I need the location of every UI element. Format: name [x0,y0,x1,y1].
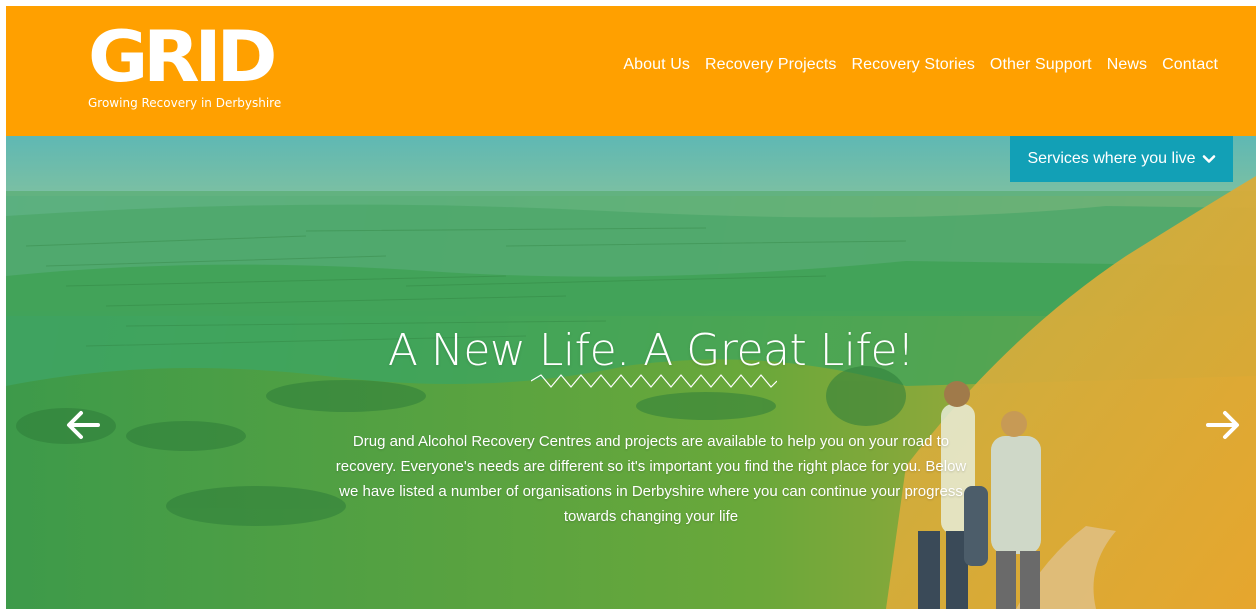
zigzag-divider-icon [531,374,777,388]
page: GRID Growing Recovery in Derbyshire Abou… [6,6,1256,609]
nav-news[interactable]: News [1107,56,1147,74]
slider-prev-button[interactable] [64,408,104,442]
arrow-left-icon [67,411,100,439]
slider-next-button[interactable] [1202,408,1242,442]
main-nav: About Us Recovery Projects Recovery Stor… [623,56,1218,74]
hero-slider: Services where you live A New Life. A Gr… [6,136,1256,609]
site-header: GRID Growing Recovery in Derbyshire Abou… [6,6,1256,136]
nav-contact[interactable]: Contact [1162,56,1218,74]
services-where-you-live-button[interactable]: Services where you live [1010,136,1233,182]
nav-other-support[interactable]: Other Support [990,56,1092,74]
hero-title: A New Life. A Great Life! [387,325,915,377]
nav-recovery-projects[interactable]: Recovery Projects [705,56,837,74]
arrow-right-icon [1206,411,1239,439]
services-button-label: Services where you live [1027,150,1196,167]
site-logo[interactable]: GRID Growing Recovery in Derbyshire [88,22,298,116]
logo-tagline: Growing Recovery in Derbyshire [88,96,282,110]
nav-recovery-stories[interactable]: Recovery Stories [852,56,975,74]
nav-about-us[interactable]: About Us [623,56,690,74]
hero-description: Drug and Alcohol Recovery Centres and pr… [335,433,967,525]
chevron-down-icon [1202,155,1215,163]
logo-wordmark: GRID [88,16,278,98]
